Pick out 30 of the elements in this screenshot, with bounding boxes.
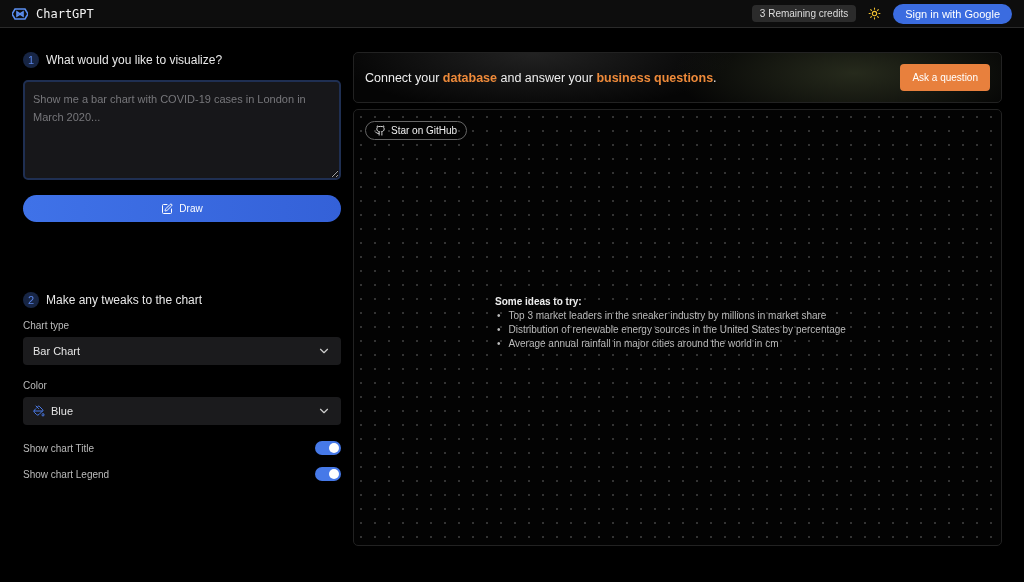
idea-text: Top 3 market leaders in the sneaker industry by millions in market share (508, 310, 827, 321)
select-field[interactable]: Blue (23, 397, 341, 425)
toggle-label: Show chart Legend (23, 468, 110, 480)
paint-bucket-icon (33, 405, 45, 417)
logo-icon (12, 7, 28, 20)
step-title: Make any tweaks to the chart (46, 293, 203, 307)
bullet: • (497, 324, 501, 335)
step-number: 2 (23, 292, 39, 308)
idea-text: Distribution of renewable energy sources in the United States by percentage (508, 324, 846, 335)
ideas-title: Some ideas to try: (495, 296, 583, 307)
bullet: • (497, 338, 501, 349)
github-icon (375, 125, 386, 136)
draw-button[interactable]: Draw (23, 195, 341, 222)
step-number: 1 (23, 52, 39, 68)
field-label: Chart type (23, 320, 71, 331)
select-field[interactable]: Bar Chart (23, 337, 341, 365)
app-logo: ChartGPT (36, 6, 94, 21)
bullet: • (497, 310, 501, 321)
sun-icon[interactable] (868, 7, 882, 20)
sign-in-button[interactable]: Sign in with Google (893, 3, 1012, 24)
field-label: Color (23, 380, 48, 391)
idea-text: Average annual rainfall in major cities around the world in cm (508, 338, 779, 349)
banner-text: Connect your database and answer your business questions. (365, 70, 717, 85)
toggle-switch[interactable] (315, 467, 341, 481)
pen-icon (161, 202, 174, 215)
toggle-switch[interactable] (315, 441, 341, 455)
toggle-label: Show chart Title (23, 442, 95, 454)
prompt-field[interactable]: Show me a bar chart with COVID-19 cases in London in March 2020... (23, 80, 341, 180)
step-title: What would you like to visualize? (46, 53, 223, 67)
credits-badge: 3 Remaining credits (751, 5, 857, 22)
